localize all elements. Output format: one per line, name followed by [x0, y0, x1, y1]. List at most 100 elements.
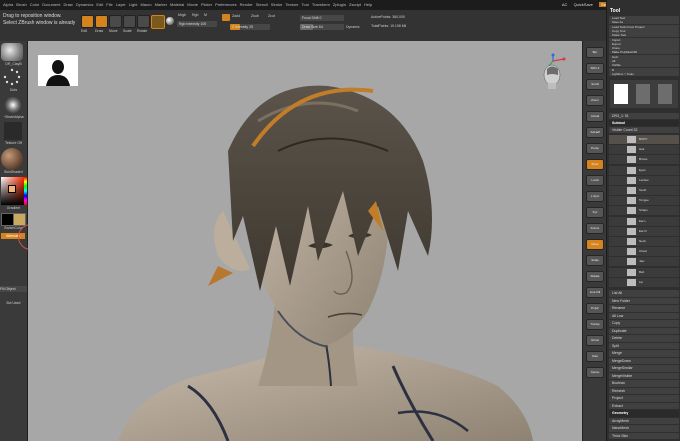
shelf-button-actual[interactable]: Actual [586, 111, 604, 122]
menu-light[interactable]: Light [129, 0, 138, 10]
shelf-button-polyf[interactable]: PolyF [586, 303, 604, 314]
menu-stroke[interactable]: Stroke [271, 0, 283, 10]
z-intensity-slider[interactable]: Z Intensity 25 [230, 24, 270, 30]
tool-thumbnails[interactable] [610, 80, 678, 108]
draw-size-slider[interactable]: Draw Size 64 [300, 24, 344, 30]
subtool-row[interactable]: Ear R [609, 226, 679, 236]
menu-preferences[interactable]: Preferences [215, 0, 237, 10]
shelf-button-persp[interactable]: Persp [586, 143, 604, 154]
focal-shift-slider[interactable]: Focal Shift 0 [300, 15, 344, 21]
tool-action-boolean[interactable]: Boolean [609, 380, 679, 387]
zsub-button[interactable]: Zsub [251, 14, 259, 18]
tool-action-extract[interactable]: Extract [609, 402, 679, 409]
menu-movie[interactable]: Movie [187, 0, 198, 10]
tool-action-duplicate[interactable]: Duplicate [609, 327, 679, 334]
subtool-row[interactable]: Belt [609, 267, 679, 277]
menu-draw[interactable]: Draw [63, 0, 72, 10]
subtool-row[interactable]: Chest [609, 247, 679, 257]
subtool-row[interactable]: Eyes [609, 165, 679, 175]
material-swatch[interactable] [151, 15, 165, 29]
zadd-toggle[interactable] [222, 14, 230, 21]
menu-brush[interactable]: Brush [16, 0, 26, 10]
tool-action-all-low[interactable]: All Low [609, 312, 679, 319]
tool-action-new-folder[interactable]: New Folder [609, 297, 679, 304]
menu-tool[interactable]: Tool [301, 0, 308, 10]
subtool-row[interactable]: Jaw [609, 257, 679, 267]
menu-stencil[interactable]: Stencil [256, 0, 268, 10]
shelf-button-move[interactable]: Move [586, 239, 604, 250]
menu-color[interactable]: Color [30, 0, 40, 10]
secondary-color-swatch[interactable] [13, 213, 26, 226]
menu-picker[interactable]: Picker [201, 0, 212, 10]
tool-save-as[interactable]: Save As [609, 20, 679, 25]
shelf-button-ghost[interactable]: Ghost [586, 335, 604, 346]
tool-action-project[interactable]: Project [609, 395, 679, 402]
hue-strip[interactable] [24, 177, 27, 205]
tool-action-geometry[interactable]: Geometry [609, 410, 679, 417]
menu-material[interactable]: Material [170, 0, 184, 10]
shelf-button-local[interactable]: Local [586, 175, 604, 186]
tool-r[interactable]: R [609, 67, 679, 72]
tool-action-mergedown[interactable]: MergeDown [609, 357, 679, 364]
menu-document[interactable]: Document [42, 0, 60, 10]
shelf-button-scale[interactable]: Scale [586, 255, 604, 266]
tool-action-list-all[interactable]: List All [609, 290, 679, 297]
shelf-button-aahalf[interactable]: AAHalf [586, 127, 604, 138]
tool-action-thick-skin[interactable]: Thick Skin [609, 432, 679, 439]
tool-action-remesh[interactable]: Remesh [609, 387, 679, 394]
menu-layer[interactable]: Layer [116, 0, 126, 10]
edit-mode-button[interactable] [81, 15, 94, 28]
tool-action-rename[interactable]: Rename [609, 305, 679, 312]
tool-action-arraymesh[interactable]: ArrayMesh [609, 417, 679, 424]
shelf-button-frame[interactable]: Frame [586, 223, 604, 234]
rgb-button[interactable]: Rgb [192, 13, 198, 17]
tool-make-polymesh3d[interactable]: Make PolyMesh3D [609, 50, 679, 55]
tool-thumbnail-2[interactable] [636, 84, 650, 104]
scale-mode-button[interactable] [123, 15, 136, 28]
tool-action-mergesimilar[interactable]: MergeSimilar [609, 365, 679, 372]
shelf-button-solo[interactable]: Solo [586, 351, 604, 362]
brush-thumbnail[interactable] [1, 43, 23, 61]
shelf-button-xpose[interactable]: Xpose [586, 367, 604, 378]
subtool-row[interactable]: Lip [609, 277, 679, 287]
quicksave-button[interactable]: QuickSave [574, 2, 593, 7]
tool-action-merge[interactable]: Merge [609, 350, 679, 357]
tool-action-mergevisible[interactable]: MergeVisible [609, 372, 679, 379]
menu-zplugin[interactable]: Zplugin [333, 0, 346, 10]
subtool-row[interactable]: Neck [609, 237, 679, 246]
menu-help[interactable]: Help [364, 0, 372, 10]
tool-action-copy[interactable]: Copy [609, 320, 679, 327]
menu-edit[interactable]: Edit [96, 0, 103, 10]
shelf-button-xyz[interactable]: Xyz [586, 207, 604, 218]
color-sphere-icon[interactable] [166, 17, 174, 25]
menu-render[interactable]: Render [240, 0, 253, 10]
tool-visible[interactable]: Visible [609, 63, 679, 68]
mrgb-button[interactable]: Mrgb [178, 13, 186, 17]
subtool-row[interactable]: BODY [609, 135, 679, 144]
shelf-button-scroll[interactable]: Scroll [586, 79, 604, 90]
menu-alpha[interactable]: Alpha [3, 0, 13, 10]
shelf-button-spix-3[interactable]: SPix 3 [586, 63, 604, 74]
visible-count-slider[interactable]: Visible Count 32 [609, 127, 679, 133]
rotate-mode-button[interactable] [137, 15, 150, 28]
tool-lightbox-tools[interactable]: Lightbox > Tools [609, 71, 679, 76]
texture-thumbnail[interactable] [4, 122, 22, 140]
stroke-dots-icon[interactable] [3, 68, 21, 86]
material-thumbnail[interactable] [1, 148, 23, 170]
tool-action-split[interactable]: Split [609, 342, 679, 349]
fill-object-button[interactable]: Fill Object [0, 286, 27, 292]
subtool-row[interactable]: Ear L [609, 216, 679, 226]
rgb-intensity-slider[interactable]: Rgb Intensity 100 [177, 21, 217, 27]
shelf-button-transp[interactable]: Transp [586, 319, 604, 330]
tool-paste-tool[interactable]: Paste Tool [609, 33, 679, 38]
document-canvas[interactable] [28, 41, 582, 441]
tool-thumbnail-3[interactable] [658, 84, 672, 104]
menu-texture[interactable]: Texture [285, 0, 298, 10]
menu-zscript[interactable]: Zscript [349, 0, 361, 10]
menu-marker[interactable]: Marker [155, 0, 167, 10]
subtool-row[interactable]: Lashes [609, 175, 679, 185]
ac-button[interactable]: AC [562, 2, 568, 7]
current-tool-thumbnail[interactable] [614, 84, 628, 104]
tool-action-delete[interactable]: Delete [609, 335, 679, 342]
subtool-header[interactable]: Subtool [609, 120, 679, 126]
